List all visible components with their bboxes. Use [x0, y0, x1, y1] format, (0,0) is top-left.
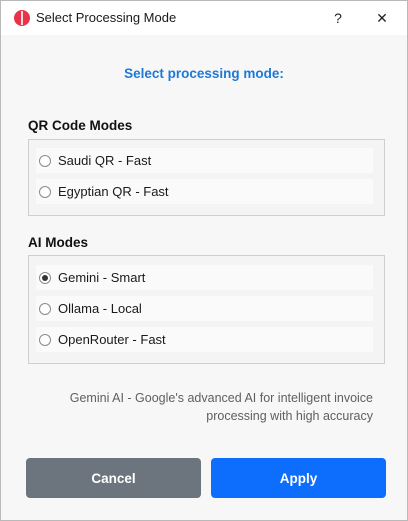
radio-egyptian-qr[interactable]	[39, 185, 51, 198]
option-egyptian-qr[interactable]: Egyptian QR - Fast	[36, 179, 373, 204]
option-label: Ollama - Local	[58, 301, 142, 316]
ai-modes-group: Gemini - Smart Ollama - Local OpenRouter…	[28, 255, 385, 364]
option-openrouter[interactable]: OpenRouter - Fast	[36, 327, 373, 352]
radio-saudi-qr[interactable]	[39, 154, 51, 167]
option-gemini[interactable]: Gemini - Smart	[36, 265, 373, 290]
option-label: Gemini - Smart	[58, 270, 146, 285]
help-button[interactable]: ?	[316, 1, 360, 35]
select-mode-dialog: Select Processing Mode ? ✕ Select proces…	[0, 0, 408, 521]
window-title: Select Processing Mode	[36, 10, 177, 25]
qr-modes-title: QR Code Modes	[28, 118, 133, 133]
apply-button[interactable]: Apply	[211, 458, 386, 498]
option-saudi-qr[interactable]: Saudi QR - Fast	[36, 148, 373, 173]
option-label: OpenRouter - Fast	[58, 332, 166, 347]
option-label: Egyptian QR - Fast	[58, 184, 169, 199]
title-bar: Select Processing Mode ? ✕	[1, 1, 407, 35]
close-icon: ✕	[376, 9, 388, 26]
radio-gemini[interactable]	[39, 271, 51, 284]
cancel-button[interactable]: Cancel	[26, 458, 201, 498]
radio-openrouter[interactable]	[39, 333, 51, 346]
ai-modes-title: AI Modes	[28, 235, 89, 250]
option-label: Saudi QR - Fast	[58, 153, 152, 168]
close-button[interactable]: ✕	[360, 1, 404, 35]
help-icon: ?	[334, 10, 342, 26]
radio-ollama[interactable]	[39, 302, 51, 315]
qr-modes-group: Saudi QR - Fast Egyptian QR - Fast	[28, 139, 385, 216]
option-ollama[interactable]: Ollama - Local	[36, 296, 373, 321]
app-logo-icon	[14, 10, 30, 26]
mode-description: Gemini AI - Google's advanced AI for int…	[69, 391, 373, 423]
dialog-heading: Select processing mode:	[124, 66, 284, 81]
